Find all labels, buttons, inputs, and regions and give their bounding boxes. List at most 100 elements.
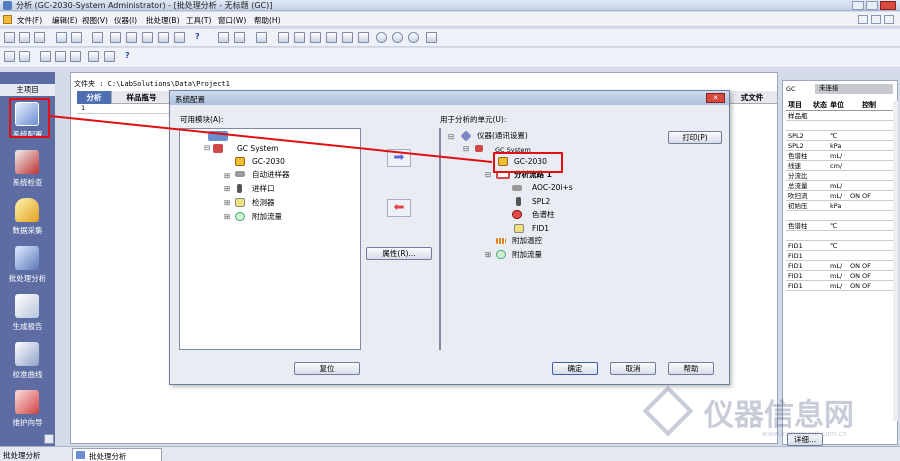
stop-icon[interactable] [392,32,403,43]
mdi-restore-button[interactable] [871,15,881,24]
monitor-row[interactable]: 初始压 kPa [786,202,894,211]
tool7-icon[interactable] [104,51,115,62]
monitor-row[interactable]: FID1 [786,252,894,261]
cancel-button[interactable]: 取消 [610,362,656,375]
pause-icon[interactable] [408,32,419,43]
tool2-icon[interactable] [19,51,30,62]
monitor-row[interactable]: 总流量 mL/ [786,182,894,191]
menu-view[interactable]: 视图(V) [82,15,108,26]
monitor-row[interactable]: 色谱柱 mL/ [786,152,894,161]
monitor-row[interactable] [786,232,894,241]
monitor-row[interactable]: FID1 mL/ON OF [786,262,894,271]
monitor-row[interactable]: SPL2 kPa [786,142,894,151]
timer2-icon[interactable] [234,32,245,43]
minimize-button[interactable] [852,1,864,10]
monitor-row[interactable]: 色谱柱 ℃ [786,222,894,231]
table5-icon[interactable] [342,32,353,43]
menu-batch[interactable]: 批处理(B) [146,15,180,26]
settings-icon[interactable] [426,32,437,43]
help-button[interactable]: 帮助 [668,362,714,375]
view-icon[interactable] [92,32,103,43]
monitor-control[interactable]: ON OF [850,192,871,201]
batch-tab[interactable]: 批处理分析 [72,448,162,461]
nav-item-system-check[interactable]: 系统检查 [0,150,55,194]
chart2-icon[interactable] [174,32,185,43]
col-vial[interactable]: 样品瓶号 [112,91,172,104]
tree-item-aux-temp[interactable]: 附加温控 [512,236,542,246]
nav-item-batch-analysis[interactable]: 批处理分析 [0,246,55,290]
dialog-close-button[interactable]: ✕ [706,93,725,103]
tree-item-gc2030[interactable]: GC-2030 [252,157,285,167]
tool3-icon[interactable] [40,51,51,62]
play-icon[interactable] [376,32,387,43]
monitor-scrollbar[interactable] [893,101,898,421]
monitor-control[interactable]: ON OF [850,282,871,291]
table6-icon[interactable] [358,32,369,43]
close-button[interactable] [880,1,896,10]
monitor-row[interactable]: FID1 mL/ON OF [786,282,894,291]
layout1-icon[interactable] [110,32,121,43]
tree-item-instrument[interactable]: 仪器(通讯设置) [477,131,528,141]
tree-item-fid1[interactable]: FID1 [532,224,549,234]
tree-item-aux-flow[interactable]: 附加流量 [252,212,282,222]
table1-icon[interactable] [278,32,289,43]
tree-item-autosampler[interactable]: 自动进样器 [252,170,290,180]
chart-icon[interactable] [158,32,169,43]
save-icon[interactable] [34,32,45,43]
table3-icon[interactable] [310,32,321,43]
menu-tools[interactable]: 工具(T) [186,15,211,26]
col-method-file[interactable]: 式文件 [732,91,772,104]
menu-file[interactable]: 文件(F) [17,15,42,26]
reset-button[interactable]: 复位 [294,362,360,375]
available-modules-tree[interactable]: ⊟ GC System GC-2030 ⊞ 自动进样器 ⊞ 进样口 ⊞ 检测器 … [179,128,361,350]
monitor-control[interactable]: ON OF [850,262,871,271]
remove-arrow-button[interactable]: ⬅ [387,199,411,217]
menu-edit[interactable]: 编辑(E) [52,15,78,26]
tree-item-column[interactable]: 色谱柱 [532,210,555,220]
tree-item-injector[interactable]: 进样口 [252,184,275,194]
nav-item-calibration[interactable]: 校准曲线 [0,342,55,386]
tree-item-gc-system[interactable]: GC System [237,144,278,154]
col-analysis[interactable]: 分析 [77,91,112,104]
new-icon[interactable] [4,32,15,43]
maximize-button[interactable] [866,1,878,10]
table2-icon[interactable] [294,32,305,43]
nav-item-maintenance[interactable]: 维护向导 [0,390,55,434]
preview-icon[interactable] [71,32,82,43]
monitor-row[interactable]: FID1 mL/ON OF [786,272,894,281]
tree-item-aoc[interactable]: AOC-20i+s [532,183,573,193]
menu-window[interactable]: 窗口(W) [218,15,246,26]
print-button[interactable]: 打印(P) [668,131,722,144]
layout2-icon[interactable] [126,32,137,43]
tool5-icon[interactable] [70,51,81,62]
tool4-icon[interactable] [55,51,66,62]
monitor-row[interactable] [786,212,894,221]
open-icon[interactable] [19,32,30,43]
nav-item-report[interactable]: 生成报告 [0,294,55,338]
menu-instrument[interactable]: 仪器(I) [114,15,137,26]
monitor-row[interactable]: SPL2 ℃ [786,132,894,141]
monitor-row[interactable]: 吹扫流 mL/ON OF [786,192,894,201]
help2-icon[interactable]: ? [125,51,136,62]
nav-item-data-acquisition[interactable]: 数据采集 [0,198,55,242]
tree-item-spl2[interactable]: SPL2 [532,197,550,207]
monitor-row[interactable] [786,122,894,131]
table4-icon[interactable] [326,32,337,43]
monitor-row[interactable]: 样品瓶 [786,112,894,121]
table-row[interactable]: 1 [77,104,169,114]
mdi-minimize-button[interactable] [858,15,868,24]
tool6-icon[interactable] [88,51,99,62]
nav-scroll-button[interactable] [44,434,54,444]
monitor-control[interactable]: ON OF [850,272,871,281]
add-arrow-button[interactable]: ➡ [387,149,411,167]
help-icon[interactable]: ? [195,32,206,43]
ok-button[interactable]: 确定 [552,362,598,375]
tool1-icon[interactable] [4,51,15,62]
monitor-row[interactable]: 分流比 [786,172,894,181]
menu-help[interactable]: 帮助(H) [254,15,281,26]
mdi-close-button[interactable] [884,15,894,24]
nav-bottom-label[interactable]: 批处理分析 [3,450,41,461]
tree-item-detector[interactable]: 检测器 [252,198,275,208]
monitor-row[interactable]: FID1 ℃ [786,242,894,251]
instrument-icon[interactable] [256,32,267,43]
